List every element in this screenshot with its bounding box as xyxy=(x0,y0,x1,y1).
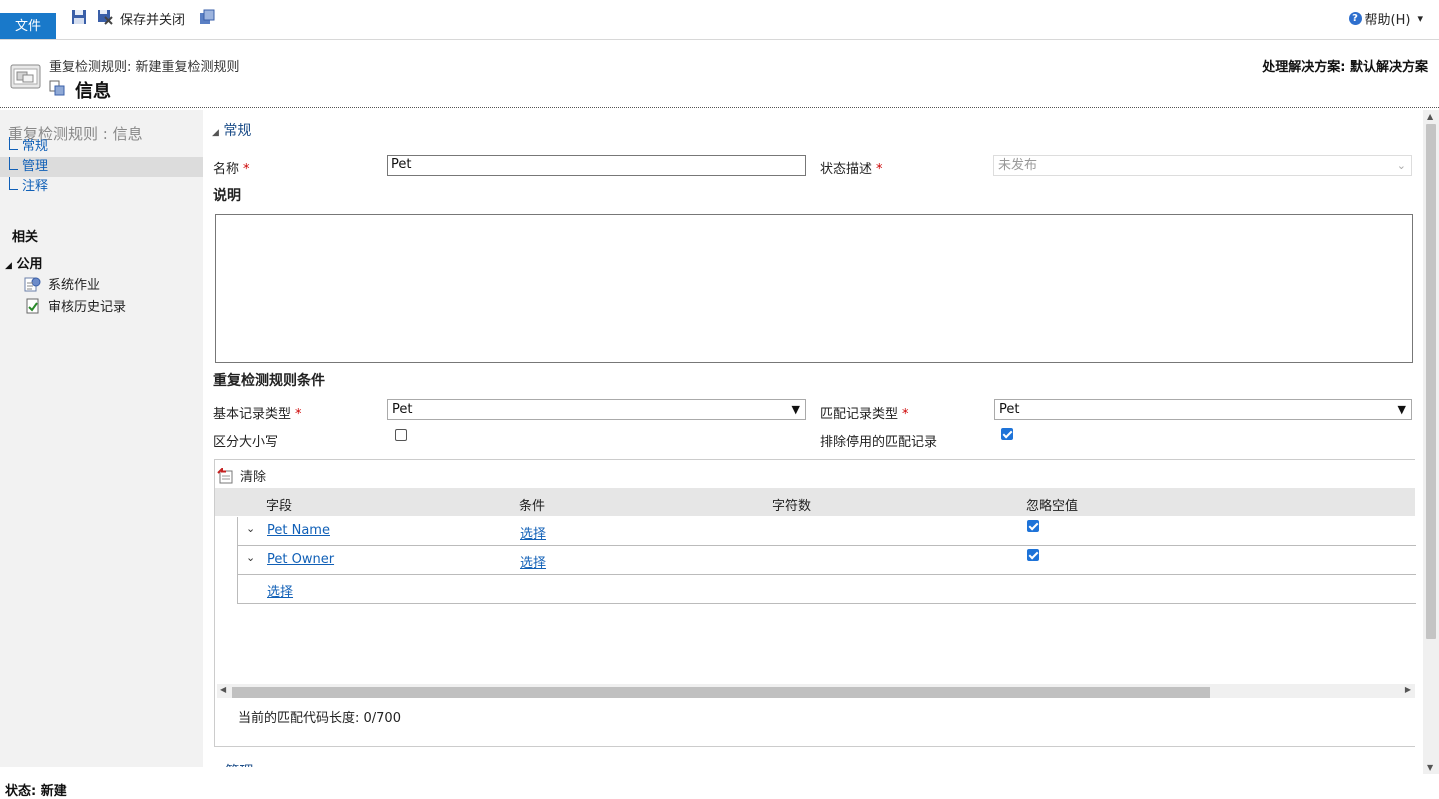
description-textarea[interactable] xyxy=(215,214,1413,363)
column-header-field[interactable]: 字段 xyxy=(266,495,292,514)
tree-line-icon xyxy=(9,157,18,170)
base-record-type-select[interactable]: Pet ▼ xyxy=(387,399,806,420)
column-header-criteria[interactable]: 条件 xyxy=(519,495,545,514)
vertical-scroll-thumb[interactable] xyxy=(1426,124,1436,639)
collapse-triangle-icon: ◢ xyxy=(5,261,12,271)
save-icon[interactable] xyxy=(71,9,87,25)
ribbon-toolbar: 文件 保存并关闭 ? 帮助(H) ▾ xyxy=(0,0,1439,40)
chevron-down-icon: ⌄ xyxy=(1396,159,1406,172)
chevron-down-icon[interactable]: ⌄ xyxy=(246,551,255,564)
name-label: 名称 * xyxy=(213,162,250,177)
conditions-heading: 重复检测规则条件 xyxy=(213,373,325,389)
system-jobs-icon xyxy=(24,277,41,291)
match-code-length: 当前的匹配代码长度: 0/700 xyxy=(238,711,401,726)
add-field-link[interactable]: 选择 xyxy=(267,581,293,600)
left-navigation: 重复检测规则 : 信息 常规 管理 注释 相关 ◢ 公用 系统作业 审核历史记录 xyxy=(0,110,203,767)
collapse-triangle-icon: ◢ xyxy=(212,128,219,138)
save-close-button[interactable]: 保存并关闭 xyxy=(120,9,185,28)
page-title: 信息 xyxy=(75,81,111,102)
name-input[interactable]: Pet xyxy=(387,155,806,176)
table-row-new[interactable]: 选择 xyxy=(237,575,1416,604)
column-header-ignore-blank[interactable]: 忽略空值 xyxy=(1026,495,1078,514)
related-item-system-jobs[interactable]: 系统作业 xyxy=(24,274,100,293)
section-management-header[interactable]: ◢ 管理 xyxy=(214,761,253,767)
status-select[interactable]: 未发布 ⌄ xyxy=(993,155,1412,176)
criteria-select-link[interactable]: 选择 xyxy=(520,523,546,542)
nav-item-management[interactable]: 管理 xyxy=(0,157,203,177)
exclude-inactive-label: 排除停用的匹配记录 xyxy=(820,435,938,450)
case-sensitive-label: 区分大小写 xyxy=(213,435,279,450)
horizontal-scroll-thumb[interactable] xyxy=(232,687,1210,698)
help-label: 帮助(H) xyxy=(1364,13,1411,28)
ignore-blank-checkbox[interactable] xyxy=(1027,520,1039,532)
header-divider xyxy=(0,107,1439,108)
common-group-toggle[interactable]: ◢ 公用 xyxy=(5,253,42,272)
table-row[interactable]: ⌄ Pet Name 选择 xyxy=(237,517,1416,546)
ignore-blank-checkbox[interactable] xyxy=(1027,549,1039,561)
matching-record-type-select[interactable]: Pet ▼ xyxy=(994,399,1412,420)
save-close-icon[interactable] xyxy=(97,9,113,25)
matching-record-type-label: 匹配记录类型 * xyxy=(820,407,909,422)
scroll-right-icon[interactable]: ▶ xyxy=(1405,685,1411,694)
status-label: 状态描述 * xyxy=(820,162,883,177)
grid-header: 字段 条件 字符数 忽略空值 xyxy=(215,488,1415,516)
required-asterisk: * xyxy=(243,162,250,177)
help-icon: ? xyxy=(1348,12,1362,25)
required-asterisk: * xyxy=(295,407,302,422)
clear-icon xyxy=(217,467,233,483)
help-button[interactable]: ? 帮助(H) ▾ xyxy=(1348,9,1423,28)
scroll-down-icon[interactable]: ▼ xyxy=(1427,763,1433,772)
required-asterisk: * xyxy=(876,162,883,177)
vertical-scrollbar[interactable]: ▲ ▼ xyxy=(1423,110,1439,774)
scroll-up-icon[interactable]: ▲ xyxy=(1427,112,1433,121)
tree-line-icon xyxy=(9,177,18,190)
clear-button[interactable]: 清除 xyxy=(217,466,266,485)
solution-label: 处理解决方案: 默认解决方案 xyxy=(1262,60,1428,75)
breadcrumb: 重复检测规则: 新建重复检测规则 xyxy=(49,60,240,75)
column-header-characters[interactable]: 字符数 xyxy=(772,495,811,514)
criteria-select-link[interactable]: 选择 xyxy=(520,552,546,571)
base-record-type-label: 基本记录类型 * xyxy=(213,407,302,422)
description-label: 说明 xyxy=(213,188,241,204)
chevron-down-icon: ▼ xyxy=(791,403,800,416)
form-selector-icon[interactable] xyxy=(49,80,65,96)
tree-line-icon xyxy=(9,137,18,150)
related-item-audit-history[interactable]: 审核历史记录 xyxy=(24,296,126,315)
audit-history-icon xyxy=(26,298,39,313)
chevron-down-icon[interactable]: ⌄ xyxy=(246,522,255,535)
section-general-header[interactable]: ◢ 常规 xyxy=(212,120,251,140)
field-link[interactable]: Pet Name xyxy=(267,523,330,538)
chevron-down-icon: ▼ xyxy=(1397,403,1406,416)
nav-item-general[interactable]: 常规 xyxy=(0,137,203,157)
file-tab[interactable]: 文件 xyxy=(0,13,56,39)
nav-item-notes[interactable]: 注释 xyxy=(0,177,203,197)
exclude-inactive-checkbox[interactable] xyxy=(1001,428,1013,440)
related-heading: 相关 xyxy=(12,230,39,245)
field-link[interactable]: Pet Owner xyxy=(267,552,334,567)
form-editor-icon[interactable] xyxy=(199,9,215,25)
horizontal-scrollbar[interactable]: ◀ ▶ xyxy=(217,684,1415,698)
duplicate-rule-entity-icon xyxy=(10,64,41,89)
rule-criteria-grid: 清除 字段 条件 字符数 忽略空值 ⌄ Pet Name 选择 ⌄ Pet Ow… xyxy=(214,459,1416,747)
status-bar: 状态: 新建 xyxy=(5,784,67,799)
case-sensitive-checkbox[interactable] xyxy=(395,429,407,441)
scroll-left-icon[interactable]: ◀ xyxy=(220,685,226,694)
chevron-down-icon: ▾ xyxy=(1417,12,1423,25)
required-asterisk: * xyxy=(902,407,909,422)
form-body: ◢ 常规 名称 * Pet 状态描述 * 未发布 ⌄ 说明 重复检测规则条件 基本记… xyxy=(203,110,1423,767)
table-row[interactable]: ⌄ Pet Owner 选择 xyxy=(237,546,1416,575)
